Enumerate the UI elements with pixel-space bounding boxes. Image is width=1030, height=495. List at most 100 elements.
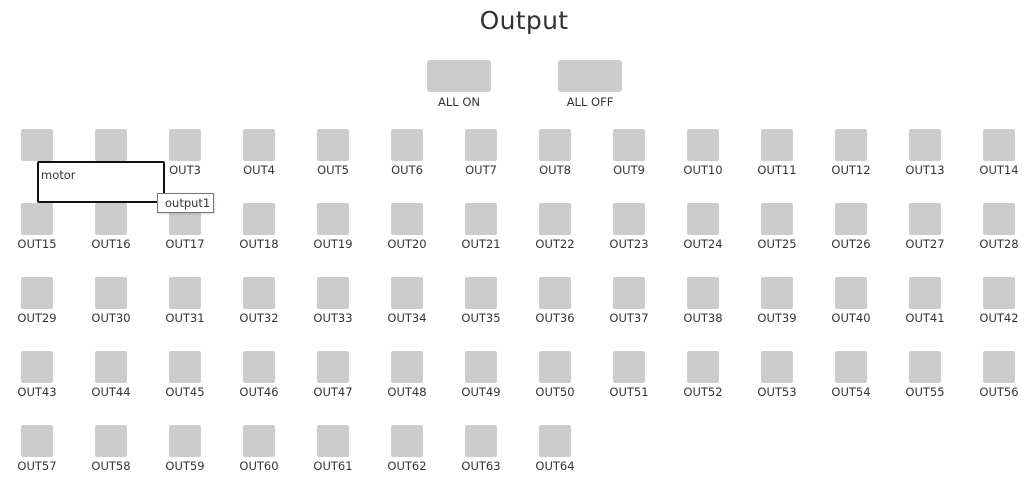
output-label-out23[interactable]: OUT23 <box>599 237 659 251</box>
output-toggle-out5[interactable] <box>317 129 349 161</box>
output-label-out8[interactable]: OUT8 <box>525 163 585 177</box>
output-toggle-out43[interactable] <box>21 351 53 383</box>
output-toggle-out18[interactable] <box>243 203 275 235</box>
output-toggle-out8[interactable] <box>539 129 571 161</box>
output-label-out48[interactable]: OUT48 <box>377 385 437 399</box>
output-toggle-out53[interactable] <box>761 351 793 383</box>
output-label-out55[interactable]: OUT55 <box>895 385 955 399</box>
output-label-out28[interactable]: OUT28 <box>969 237 1029 251</box>
output-label-out61[interactable]: OUT61 <box>303 459 363 473</box>
output-toggle-out37[interactable] <box>613 277 645 309</box>
output-label-out19[interactable]: OUT19 <box>303 237 363 251</box>
output-label-out7[interactable]: OUT7 <box>451 163 511 177</box>
output-label-out34[interactable]: OUT34 <box>377 311 437 325</box>
output-label-out30[interactable]: OUT30 <box>81 311 141 325</box>
output-label-out58[interactable]: OUT58 <box>81 459 141 473</box>
output-label-out57[interactable]: OUT57 <box>7 459 67 473</box>
output-toggle-out54[interactable] <box>835 351 867 383</box>
output-toggle-out28[interactable] <box>983 203 1015 235</box>
output-toggle-out38[interactable] <box>687 277 719 309</box>
output-toggle-out48[interactable] <box>391 351 423 383</box>
output-toggle-out9[interactable] <box>613 129 645 161</box>
output-toggle-out60[interactable] <box>243 425 275 457</box>
output-toggle-out57[interactable] <box>21 425 53 457</box>
output-label-out6[interactable]: OUT6 <box>377 163 437 177</box>
output-toggle-out2[interactable] <box>95 129 127 161</box>
output-toggle-out29[interactable] <box>21 277 53 309</box>
output-label-out31[interactable]: OUT31 <box>155 311 215 325</box>
output-label-out22[interactable]: OUT22 <box>525 237 585 251</box>
output-label-out62[interactable]: OUT62 <box>377 459 437 473</box>
output-label-out32[interactable]: OUT32 <box>229 311 289 325</box>
output-toggle-out11[interactable] <box>761 129 793 161</box>
output-toggle-out63[interactable] <box>465 425 497 457</box>
output-toggle-out44[interactable] <box>95 351 127 383</box>
output-toggle-out6[interactable] <box>391 129 423 161</box>
output-label-out38[interactable]: OUT38 <box>673 311 733 325</box>
output-toggle-out47[interactable] <box>317 351 349 383</box>
output-toggle-out13[interactable] <box>909 129 941 161</box>
output-toggle-out21[interactable] <box>465 203 497 235</box>
output-label-out26[interactable]: OUT26 <box>821 237 881 251</box>
output-toggle-out26[interactable] <box>835 203 867 235</box>
output-label-out18[interactable]: OUT18 <box>229 237 289 251</box>
output-label-out29[interactable]: OUT29 <box>7 311 67 325</box>
output-label-out17[interactable]: OUT17 <box>155 237 215 251</box>
all-off-button[interactable] <box>558 60 622 92</box>
output-toggle-out3[interactable] <box>169 129 201 161</box>
output-toggle-out61[interactable] <box>317 425 349 457</box>
output-toggle-out25[interactable] <box>761 203 793 235</box>
output-label-out21[interactable]: OUT21 <box>451 237 511 251</box>
output-toggle-out56[interactable] <box>983 351 1015 383</box>
output-label-out40[interactable]: OUT40 <box>821 311 881 325</box>
output-toggle-out62[interactable] <box>391 425 423 457</box>
output-toggle-out55[interactable] <box>909 351 941 383</box>
output-label-out43[interactable]: OUT43 <box>7 385 67 399</box>
output-toggle-out19[interactable] <box>317 203 349 235</box>
output-label-out5[interactable]: OUT5 <box>303 163 363 177</box>
output-toggle-out41[interactable] <box>909 277 941 309</box>
output-label-out25[interactable]: OUT25 <box>747 237 807 251</box>
all-on-button[interactable] <box>427 60 491 92</box>
output-label-out64[interactable]: OUT64 <box>525 459 585 473</box>
output-toggle-out46[interactable] <box>243 351 275 383</box>
output-label-out44[interactable]: OUT44 <box>81 385 141 399</box>
output-label-out12[interactable]: OUT12 <box>821 163 881 177</box>
output-toggle-out50[interactable] <box>539 351 571 383</box>
output-label-out45[interactable]: OUT45 <box>155 385 215 399</box>
output-label-out4[interactable]: OUT4 <box>229 163 289 177</box>
output-toggle-out59[interactable] <box>169 425 201 457</box>
output-toggle-out7[interactable] <box>465 129 497 161</box>
output-toggle-out36[interactable] <box>539 277 571 309</box>
output-toggle-out42[interactable] <box>983 277 1015 309</box>
output-toggle-out12[interactable] <box>835 129 867 161</box>
output-toggle-out30[interactable] <box>95 277 127 309</box>
output-toggle-out27[interactable] <box>909 203 941 235</box>
output-toggle-out32[interactable] <box>243 277 275 309</box>
output-label-out51[interactable]: OUT51 <box>599 385 659 399</box>
output-label-out10[interactable]: OUT10 <box>673 163 733 177</box>
output-label-out13[interactable]: OUT13 <box>895 163 955 177</box>
output-toggle-out4[interactable] <box>243 129 275 161</box>
output-toggle-out49[interactable] <box>465 351 497 383</box>
output-toggle-out64[interactable] <box>539 425 571 457</box>
output-toggle-out39[interactable] <box>761 277 793 309</box>
output-toggle-out23[interactable] <box>613 203 645 235</box>
output-label-out39[interactable]: OUT39 <box>747 311 807 325</box>
output-toggle-out24[interactable] <box>687 203 719 235</box>
output-label-out60[interactable]: OUT60 <box>229 459 289 473</box>
output-name-input[interactable]: motor <box>37 161 165 203</box>
output-label-out16[interactable]: OUT16 <box>81 237 141 251</box>
output-toggle-out52[interactable] <box>687 351 719 383</box>
output-toggle-out14[interactable] <box>983 129 1015 161</box>
output-label-out20[interactable]: OUT20 <box>377 237 437 251</box>
output-toggle-out31[interactable] <box>169 277 201 309</box>
output-label-out27[interactable]: OUT27 <box>895 237 955 251</box>
output-label-out9[interactable]: OUT9 <box>599 163 659 177</box>
output-label-out41[interactable]: OUT41 <box>895 311 955 325</box>
output-label-out11[interactable]: OUT11 <box>747 163 807 177</box>
output-toggle-out33[interactable] <box>317 277 349 309</box>
output-toggle-out15[interactable] <box>21 203 53 235</box>
output-toggle-out10[interactable] <box>687 129 719 161</box>
output-label-out54[interactable]: OUT54 <box>821 385 881 399</box>
